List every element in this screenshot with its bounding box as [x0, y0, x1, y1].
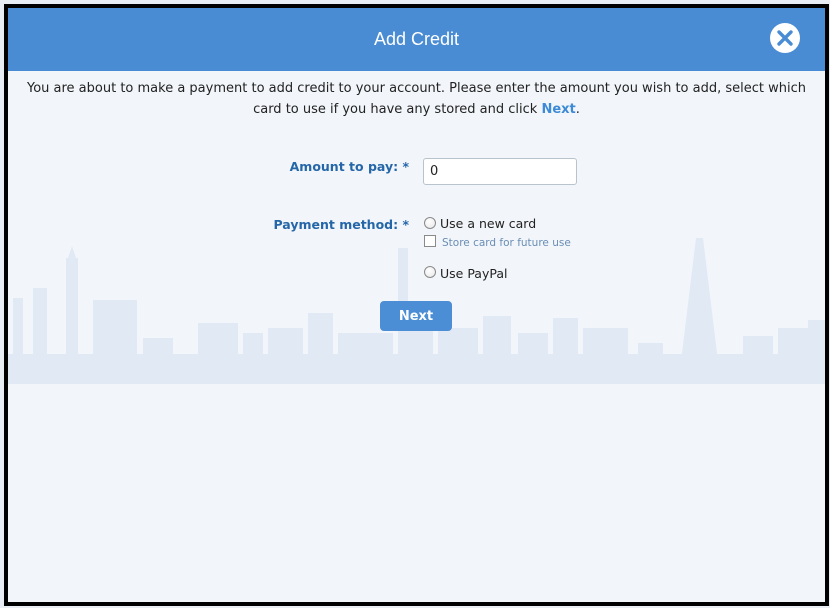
- payment-method-label: Payment method: *: [273, 217, 409, 232]
- intro-text: You are about to make a payment to add c…: [24, 78, 809, 120]
- new-card-label[interactable]: Use a new card: [440, 216, 536, 231]
- next-button[interactable]: Next: [380, 301, 452, 331]
- close-button[interactable]: [770, 23, 800, 53]
- dialog-header: Add Credit: [8, 8, 825, 71]
- amount-label: Amount to pay: *: [289, 159, 409, 174]
- intro-next-link: Next: [541, 102, 576, 117]
- store-card-checkbox[interactable]: [424, 235, 436, 247]
- paypal-label[interactable]: Use PayPal: [440, 266, 507, 281]
- amount-input[interactable]: [423, 158, 577, 185]
- intro-suffix: .: [575, 102, 580, 117]
- store-card-label[interactable]: Store card for future use: [442, 237, 571, 249]
- new-card-radio[interactable]: [424, 217, 436, 229]
- dialog-title: Add Credit: [373, 29, 460, 49]
- close-icon: [777, 30, 793, 46]
- add-credit-dialog: Add Credit You are about to make a payme…: [4, 4, 829, 606]
- paypal-radio[interactable]: [424, 266, 436, 278]
- intro-body: You are about to make a payment to add c…: [26, 81, 806, 117]
